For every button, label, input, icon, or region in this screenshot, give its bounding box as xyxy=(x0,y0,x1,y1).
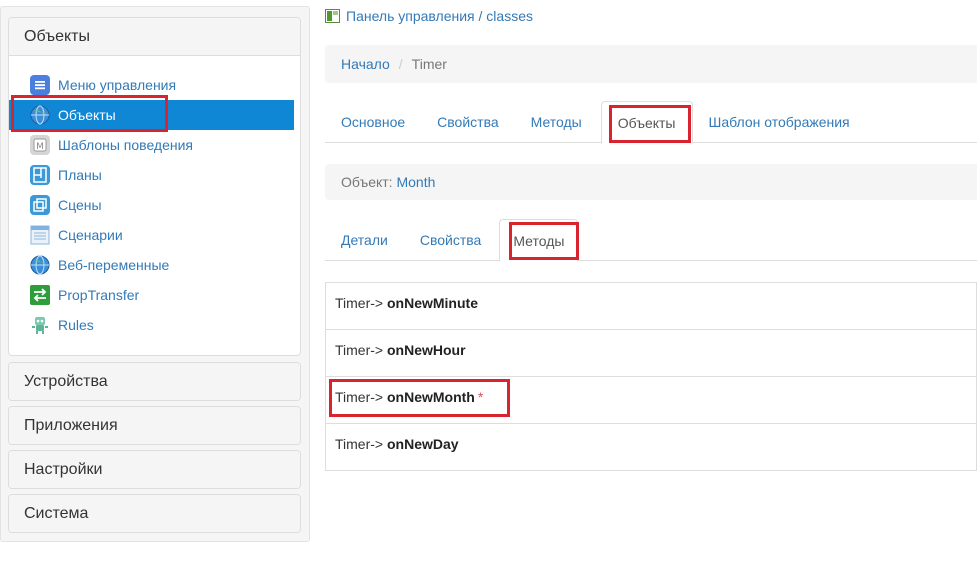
sidebar-item-scenes[interactable]: Сцены xyxy=(9,190,300,220)
object-label: Объект: xyxy=(341,174,393,190)
tab-display-template[interactable]: Шаблон отображения xyxy=(693,101,866,143)
class-tabs: Основное Свойства Методы Объекты Шаблон … xyxy=(325,101,977,144)
sidebar-item-control-menu[interactable]: Меню управления xyxy=(9,70,300,100)
sidebar-item-templates[interactable]: M Шаблоны поведения xyxy=(9,130,300,160)
method-row[interactable]: Timer-> onNewDay xyxy=(325,424,977,471)
menu-icon xyxy=(29,74,51,96)
tab-properties[interactable]: Свойства xyxy=(421,101,514,143)
method-prefix: Timer-> xyxy=(335,389,384,405)
object-name-link[interactable]: Month xyxy=(396,174,435,190)
sidebar-item-web-vars[interactable]: Веб-переменные xyxy=(9,250,300,280)
override-marker: * xyxy=(477,389,484,405)
robot-icon xyxy=(29,314,51,336)
method-name: onNewHour xyxy=(386,342,466,358)
sidebar-item-scripts[interactable]: Сценарии xyxy=(9,220,300,250)
object-bar: Объект: Month xyxy=(325,164,977,200)
scenes-icon xyxy=(29,194,51,216)
tab-general[interactable]: Основное xyxy=(325,101,421,143)
breadcrumb-home[interactable]: Начало xyxy=(341,56,390,72)
method-name: onNewMinute xyxy=(386,295,478,311)
breadcrumb-current: Timer xyxy=(411,56,447,72)
section-devices-heading[interactable]: Устройства xyxy=(9,363,300,400)
method-row[interactable]: Timer-> onNewMonth * xyxy=(325,377,977,424)
section-applications-heading[interactable]: Приложения xyxy=(9,407,300,444)
tab-object-methods[interactable]: Методы xyxy=(499,219,579,262)
sidebar-item-label: PropTransfer xyxy=(58,287,140,303)
plan-icon xyxy=(29,164,51,186)
section-applications[interactable]: Приложения xyxy=(8,406,301,445)
method-name: onNewMonth xyxy=(386,389,475,405)
method-prefix: Timer-> xyxy=(335,436,384,452)
globe-icon xyxy=(29,254,51,276)
section-settings[interactable]: Настройки xyxy=(8,450,301,489)
sidebar-item-label: Сцены xyxy=(58,197,102,213)
method-row[interactable]: Timer-> onNewMinute xyxy=(325,282,977,330)
sidebar-item-objects[interactable]: Объекты xyxy=(9,100,294,130)
svg-text:M: M xyxy=(36,142,44,152)
tab-object-properties[interactable]: Свойства xyxy=(404,219,497,261)
method-name: onNewDay xyxy=(386,436,459,452)
method-prefix: Timer-> xyxy=(335,295,384,311)
section-devices[interactable]: Устройства xyxy=(8,362,301,401)
transfer-icon xyxy=(29,284,51,306)
path-separator: / xyxy=(474,8,487,24)
control-panel-link[interactable]: Панель управления xyxy=(346,8,475,24)
objects-menu: Меню управления Объекты M Шаблоны поведе… xyxy=(9,56,300,340)
breadcrumb: Начало / Timer xyxy=(325,45,977,83)
section-system-heading[interactable]: Система xyxy=(9,495,300,532)
globe-icon xyxy=(29,104,51,126)
scripts-icon xyxy=(29,224,51,246)
sidebar-item-proptransfer[interactable]: PropTransfer xyxy=(9,280,300,310)
sidebar-item-label: Планы xyxy=(58,167,102,183)
sidebar-item-plans[interactable]: Планы xyxy=(9,160,300,190)
control-panel-icon xyxy=(325,9,340,23)
section-objects: Объекты Меню управления Объекты M Шаблон… xyxy=(8,17,301,356)
sidebar: Объекты Меню управления Объекты M Шаблон… xyxy=(0,6,310,542)
template-icon: M xyxy=(29,134,51,156)
top-path: Панель управления / classes xyxy=(325,8,533,24)
method-prefix: Timer-> xyxy=(335,342,384,358)
section-system[interactable]: Система xyxy=(8,494,301,533)
sidebar-item-label: Шаблоны поведения xyxy=(58,137,194,153)
sidebar-item-label: Сценарии xyxy=(58,227,123,243)
object-tabs: Детали Свойства Методы xyxy=(325,219,977,262)
tab-details[interactable]: Детали xyxy=(325,219,404,261)
sidebar-item-label: Меню управления xyxy=(58,77,177,93)
sidebar-item-label: Rules xyxy=(58,317,94,333)
sidebar-item-label: Веб-переменные xyxy=(58,257,170,273)
tab-methods[interactable]: Методы xyxy=(515,101,598,143)
breadcrumb-separator: / xyxy=(398,56,403,72)
section-settings-heading[interactable]: Настройки xyxy=(9,451,300,488)
methods-list: Timer-> onNewMinute Timer-> onNewHour Ti… xyxy=(325,282,977,471)
method-row[interactable]: Timer-> onNewHour xyxy=(325,330,977,377)
tab-objects[interactable]: Объекты xyxy=(600,101,693,144)
section-objects-heading[interactable]: Объекты xyxy=(9,18,300,56)
classes-link[interactable]: classes xyxy=(486,8,533,24)
sidebar-item-rules[interactable]: Rules xyxy=(9,310,300,340)
sidebar-item-label: Объекты xyxy=(58,107,116,123)
